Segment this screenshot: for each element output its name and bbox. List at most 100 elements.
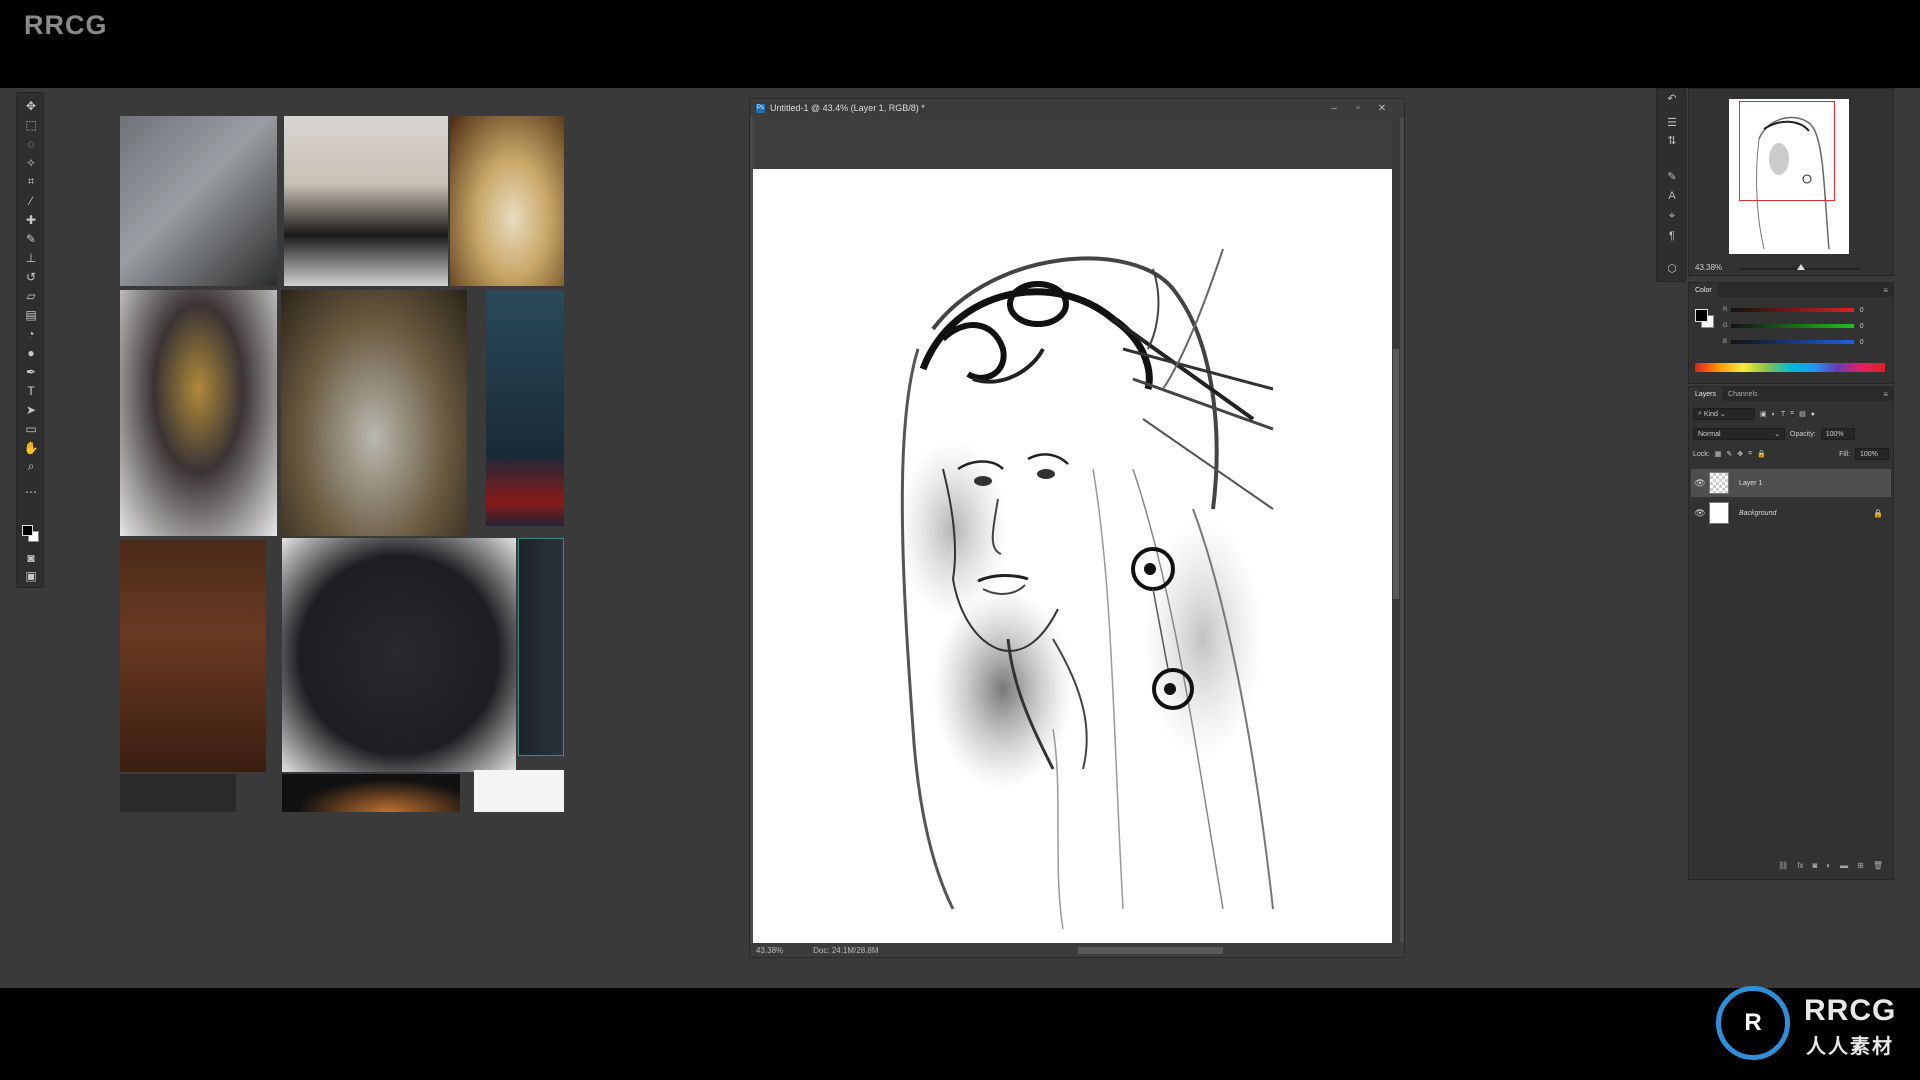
green-slider-track[interactable] [1730, 324, 1854, 328]
filter-shape-icon[interactable]: ⌗ [1790, 410, 1794, 418]
layer-name[interactable]: Background [1739, 510, 1776, 517]
canvas[interactable] [753, 169, 1393, 945]
path-selection-tool-icon[interactable]: ➤ [20, 401, 42, 418]
layer-style-icon[interactable]: fx [1797, 861, 1803, 873]
opacity-label: Opacity: [1790, 430, 1816, 438]
lock-artboard-icon[interactable]: ⌗ [1748, 450, 1752, 458]
healing-brush-tool-icon[interactable]: ✚ [20, 211, 42, 228]
move-tool-icon[interactable]: ✥ [20, 97, 42, 114]
horizontal-scrollbar-thumb[interactable] [1078, 947, 1223, 954]
brush-tool-icon[interactable]: ✎ [20, 230, 42, 247]
history-panel-icon[interactable]: ↶ [1663, 91, 1681, 105]
shape-tool-icon[interactable]: ▭ [20, 420, 42, 437]
foreground-color-swatch[interactable] [22, 525, 33, 536]
filter-toggle-icon[interactable]: ● [1811, 411, 1815, 418]
link-layers-icon[interactable]: ⛓ [1778, 861, 1788, 873]
history-brush-tool-icon[interactable]: ↺ [20, 268, 42, 285]
properties-panel-icon[interactable]: ☰ [1663, 115, 1681, 129]
more-tools-icon[interactable]: ⋯ [20, 483, 42, 500]
lasso-tool-icon[interactable]: ◌ [20, 135, 42, 152]
pen-tool-icon[interactable]: ✒ [20, 363, 42, 380]
clone-stamp-tool-icon[interactable]: ⊥ [20, 249, 42, 266]
crop-tool-icon[interactable]: ⌗ [20, 173, 42, 190]
eye-icon[interactable]: 👁 [1691, 508, 1709, 519]
document-title: Untitled-1 @ 43.4% (Layer 1, RGB/8) * [770, 103, 925, 113]
color-foreground-swatch[interactable] [1695, 309, 1708, 322]
document-title-bar[interactable]: Ps Untitled-1 @ 43.4% (Layer 1, RGB/8) * [750, 99, 1404, 117]
filter-type-icon[interactable]: T [1781, 411, 1785, 418]
filter-smart-object-icon[interactable]: ▤ [1799, 410, 1806, 418]
new-group-icon[interactable]: ▬ [1840, 861, 1848, 873]
color-slider-row[interactable]: B 0 [1723, 337, 1873, 347]
channel-value[interactable]: 0 [1860, 323, 1873, 330]
fill-field[interactable]: 100% [1855, 448, 1889, 460]
tab-channels[interactable]: Channels [1722, 387, 1764, 401]
color-slider-row[interactable]: G 0 [1723, 321, 1873, 331]
opacity-field[interactable]: 100% [1820, 428, 1855, 440]
navigator-zoom-value[interactable]: 43.38% [1695, 263, 1722, 272]
color-panel-tabs: Color ≡ [1689, 283, 1893, 297]
color-slider-row[interactable]: R 0 [1723, 305, 1873, 315]
lock-all-icon[interactable]: 🔒 [1757, 450, 1766, 458]
layer-row[interactable]: 👁 Layer 1 [1691, 469, 1891, 497]
brand-logo: R RRCG 人人素材 [1716, 986, 1916, 1060]
layers-panel: Layers Channels ≡ ⌕ Kind ⌄ ▣ ◐ T ⌗ ▤ ● N… [1688, 386, 1894, 880]
trash-icon[interactable]: 🗑 [1873, 861, 1883, 873]
filter-adjustment-icon[interactable]: ◐ [1772, 411, 1776, 418]
navigator-zoom-knob[interactable] [1797, 264, 1805, 270]
paths-panel-icon[interactable]: ⌖ [1663, 209, 1681, 223]
blur-tool-icon[interactable]: ◔ [20, 325, 42, 342]
panel-menu-icon[interactable]: ≡ [1883, 390, 1893, 399]
eraser-tool-icon[interactable]: ▱ [20, 287, 42, 304]
tab-color[interactable]: Color [1689, 283, 1718, 297]
hand-tool-icon[interactable]: ✋ [20, 439, 42, 456]
red-slider-track[interactable] [1730, 308, 1854, 312]
brush-settings-icon[interactable]: ✎ [1663, 169, 1681, 183]
type-tool-icon[interactable]: T [20, 382, 42, 399]
layer-filter-dropdown[interactable]: ⌕ Kind ⌄ [1693, 408, 1755, 420]
navigator-view-box[interactable] [1739, 101, 1835, 201]
screen-mode-icon[interactable]: ▣ [20, 567, 42, 584]
panel-menu-icon[interactable]: ≡ [1883, 286, 1893, 295]
blue-slider-track[interactable] [1730, 340, 1854, 344]
chevron-down-icon: ⌄ [1774, 431, 1780, 438]
marquee-tool-icon[interactable]: ⬚ [20, 116, 42, 133]
character-panel-icon[interactable]: A [1663, 189, 1681, 203]
eye-icon[interactable]: 👁 [1691, 478, 1709, 489]
collapsed-panels-strip: ↶ ☰ ⇅ ✎ A ⌖ ¶ ⬡ [1656, 88, 1686, 282]
eyedropper-tool-icon[interactable]: ⁄ [20, 192, 42, 209]
minimize-icon[interactable]: – [1324, 99, 1344, 117]
lock-position-icon[interactable]: ✥ [1737, 450, 1743, 458]
close-icon[interactable]: ✕ [1372, 99, 1392, 117]
layer-thumbnail [1709, 472, 1729, 494]
new-layer-icon[interactable]: ⊞ [1857, 861, 1864, 873]
zoom-tool-icon[interactable]: ⌕ [20, 458, 42, 475]
tab-layers[interactable]: Layers [1689, 387, 1723, 401]
gradient-tool-icon[interactable]: ▤ [20, 306, 42, 323]
status-zoom[interactable]: 43.38% [756, 946, 783, 955]
paragraph-panel-icon[interactable]: ¶ [1663, 229, 1681, 243]
channel-value[interactable]: 0 [1860, 339, 1873, 346]
channel-value[interactable]: 0 [1860, 307, 1873, 314]
dodge-tool-icon[interactable]: ● [20, 344, 42, 361]
letterbox-bottom [0, 988, 1920, 1080]
layer-name[interactable]: Layer 1 [1739, 480, 1762, 487]
reference-image [450, 116, 564, 286]
blend-mode-dropdown[interactable]: Normal ⌄ [1693, 428, 1785, 440]
filter-pixel-icon[interactable]: ▣ [1760, 410, 1767, 418]
add-mask-icon[interactable]: ◙ [1812, 861, 1817, 873]
letterbox-top: RRCG [0, 0, 1920, 88]
adjustments-panel-icon[interactable]: ⇅ [1663, 133, 1681, 147]
quick-mask-icon[interactable]: ◙ [20, 549, 42, 566]
vertical-scrollbar-thumb[interactable] [1393, 349, 1399, 599]
opacity-value: 100% [1825, 430, 1844, 438]
3d-panel-icon[interactable]: ⬡ [1663, 261, 1681, 275]
layers-footer: ⛓ fx ◙ ◐ ▬ ⊞ 🗑 [1689, 861, 1893, 873]
color-spectrum-ramp[interactable] [1695, 363, 1885, 372]
layer-row[interactable]: 👁 Background 🔒 [1691, 499, 1891, 527]
magic-wand-tool-icon[interactable]: ✧ [20, 154, 42, 171]
lock-pixels-icon[interactable]: ✎ [1726, 450, 1732, 458]
adjustment-layer-icon[interactable]: ◐ [1826, 861, 1831, 873]
maximize-icon[interactable]: ▫ [1348, 99, 1368, 117]
lock-transparent-icon[interactable]: ▦ [1715, 450, 1722, 458]
